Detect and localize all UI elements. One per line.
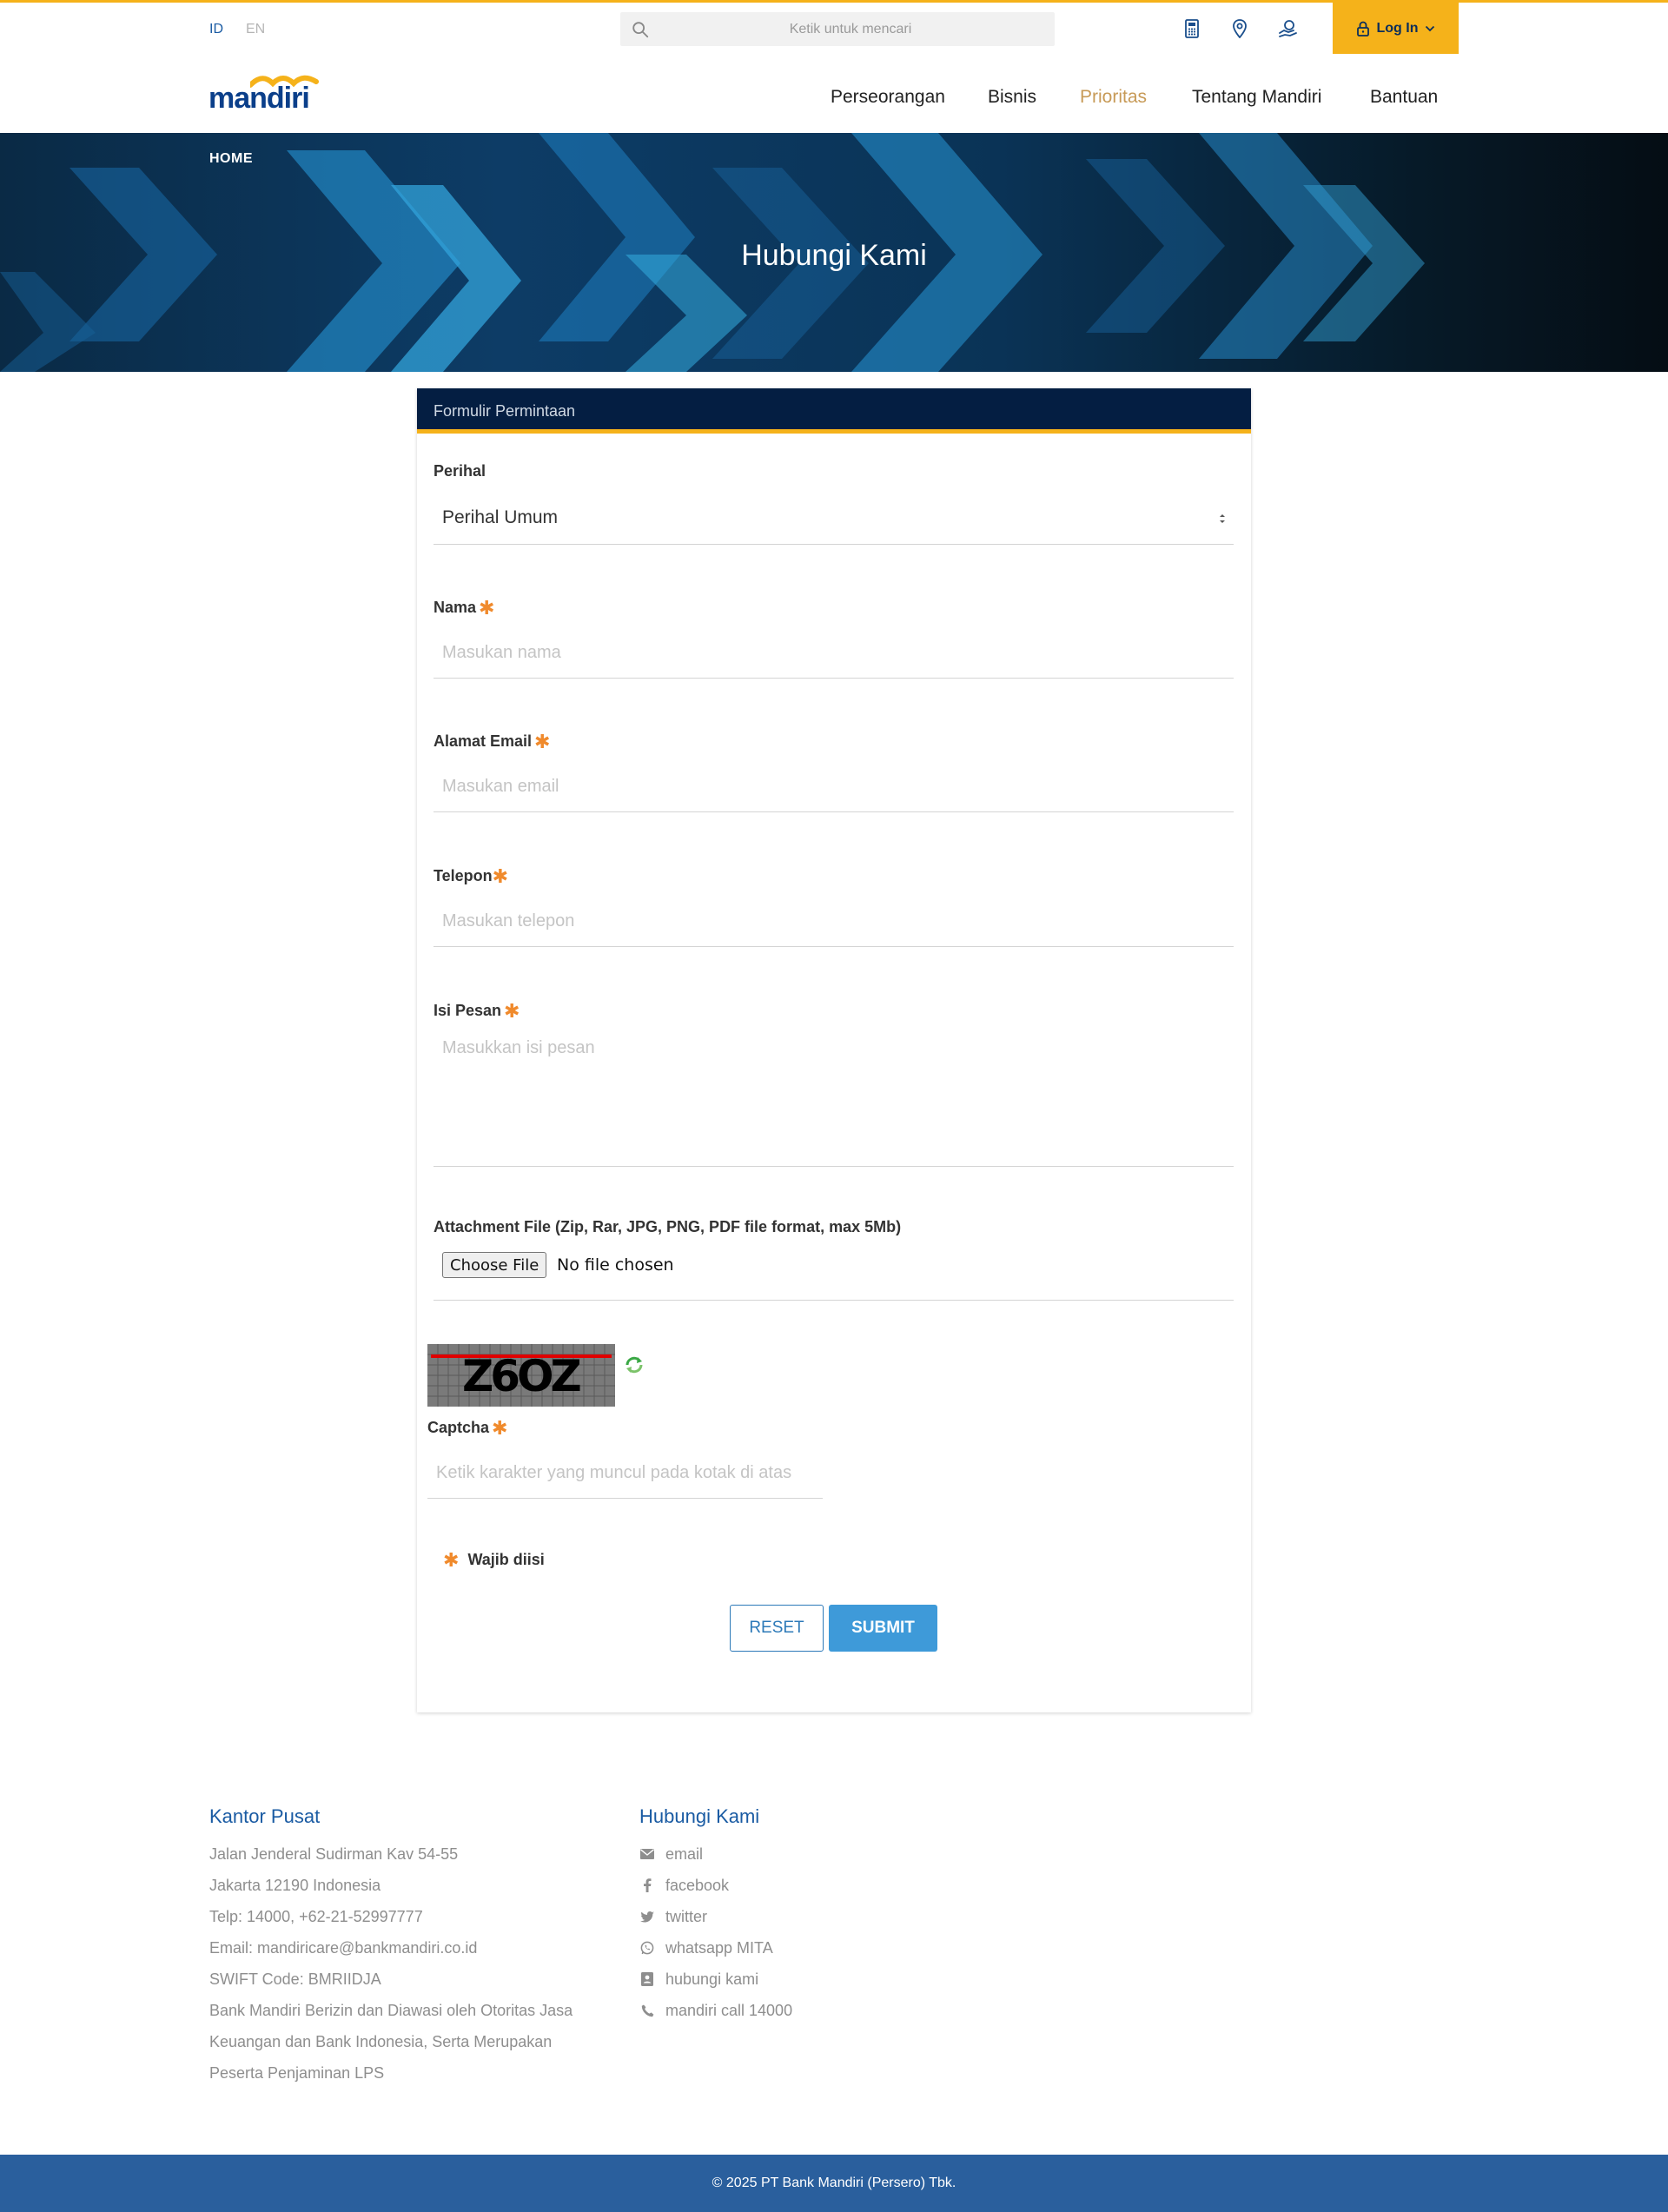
footer-contact-title: Hubungi Kami: [639, 1805, 760, 1827]
office-line: Peserta Penjaminan LPS: [209, 2064, 385, 2082]
contact-twitter-link[interactable]: twitter: [639, 1901, 792, 1932]
isi-pesan-textarea[interactable]: [434, 1028, 1234, 1167]
footer-office-title: Kantor Pusat: [209, 1805, 321, 1827]
lock-icon: [1356, 21, 1369, 36]
captcha-label: Captcha ✱: [427, 1417, 508, 1439]
office-line: Email: mandiricare@bankmandiri.co.id: [209, 1939, 478, 1957]
nav-item-bantuan[interactable]: Bantuan: [1370, 87, 1438, 108]
search-icon[interactable]: [631, 20, 650, 39]
whatsapp-icon: [639, 1940, 655, 1956]
phone-icon: [639, 2003, 655, 2018]
email-input[interactable]: [434, 762, 1234, 812]
nama-input[interactable]: [434, 628, 1234, 679]
login-button[interactable]: Log In: [1333, 3, 1459, 54]
office-line: Bank Mandiri Berizin dan Diawasi oleh Ot…: [209, 2002, 573, 2019]
captcha-image: Z6OZ: [427, 1344, 615, 1407]
office-line: Jalan Jenderal Sudirman Kav 54-55: [209, 1845, 459, 1863]
required-asterisk-icon: ✱: [492, 1417, 508, 1439]
captcha-input[interactable]: [427, 1448, 823, 1499]
required-asterisk-icon: ✱: [443, 1549, 460, 1571]
contact-hubungi-kami-link[interactable]: hubungi kami: [639, 1964, 792, 1995]
topbar: ID EN Ketik untuk mencari Log In: [0, 3, 1668, 55]
contact-label: facebook: [665, 1876, 730, 1894]
nama-label: Nama ✱: [434, 597, 495, 619]
contact-whatsapp-link[interactable]: whatsapp MITA: [639, 1932, 792, 1964]
perihal-label: Perihal: [434, 462, 486, 480]
calculator-icon[interactable]: [1180, 17, 1204, 41]
office-line: Telp: 14000, +62-21-52997777: [209, 1908, 423, 1925]
footer-contact-list: email facebook twitter whatsapp MITA hub…: [639, 1838, 792, 2026]
required-note: ✱ Wajib diisi: [443, 1549, 545, 1571]
language-en-link[interactable]: EN: [246, 22, 265, 37]
language-id-link[interactable]: ID: [209, 22, 223, 37]
contact-label: mandiri call 14000: [665, 2001, 793, 2019]
breadcrumb-home[interactable]: HOME: [209, 151, 253, 167]
reset-button[interactable]: RESET: [730, 1605, 824, 1652]
contact-call-link[interactable]: mandiri call 14000: [639, 1995, 792, 2026]
form-header-title: Formulir Permintaan: [434, 402, 576, 420]
search-bar: [620, 12, 1055, 46]
contact-facebook-link[interactable]: facebook: [639, 1870, 792, 1901]
file-status-text: No file chosen: [557, 1255, 674, 1275]
contact-card-icon: [639, 1971, 655, 1987]
required-asterisk-icon: ✱: [492, 865, 509, 887]
isi-pesan-label: Isi Pesan ✱: [434, 1000, 520, 1022]
contact-label: whatsapp MITA: [665, 1938, 773, 1957]
captcha-text: Z6OZ: [462, 1351, 581, 1401]
footer-office-address: Jalan Jenderal Sudirman Kav 54-55 Jakart…: [209, 1838, 573, 2089]
choose-file-button[interactable]: Choose File: [442, 1252, 547, 1278]
required-asterisk-icon: ✱: [504, 1000, 520, 1022]
office-line: Jakarta 12190 Indonesia: [209, 1877, 381, 1894]
nav-item-bisnis[interactable]: Bisnis: [988, 87, 1036, 108]
contact-email-link[interactable]: email: [639, 1838, 792, 1870]
facebook-icon: [639, 1878, 655, 1893]
twitter-icon: [639, 1909, 655, 1924]
copyright-bar: © 2025 PT Bank Mandiri (Persero) Tbk.: [0, 2155, 1668, 2212]
required-asterisk-icon: ✱: [479, 597, 495, 619]
chevron-down-icon: [1426, 25, 1435, 31]
email-label: Alamat Email ✱: [434, 731, 551, 752]
contact-label: twitter: [665, 1907, 708, 1925]
nav-item-tentang-mandiri[interactable]: Tentang Mandiri: [1192, 87, 1321, 108]
nav-item-perseorangan[interactable]: Perseorangan: [831, 87, 945, 108]
perihal-select[interactable]: Perihal Umum: [434, 491, 1234, 545]
logo-text: mandiri: [208, 82, 310, 115]
envelope-icon: [639, 1846, 655, 1862]
attachment-label: Attachment File (Zip, Rar, JPG, PNG, PDF…: [434, 1218, 902, 1235]
contact-label: hubungi kami: [665, 1970, 759, 1988]
request-form-card: Formulir Permintaan Perihal Perihal Umum…: [417, 388, 1251, 1712]
file-upload-field: Choose File No file chosen: [434, 1252, 1234, 1301]
telepon-label: Telepon✱: [434, 865, 509, 887]
copyright-text: © 2025 PT Bank Mandiri (Persero) Tbk.: [712, 2176, 956, 2190]
office-line: Keuangan dan Bank Indonesia, Serta Merup…: [209, 2033, 553, 2050]
nav-item-prioritas[interactable]: Prioritas: [1080, 87, 1147, 108]
telepon-input[interactable]: [434, 897, 1234, 947]
login-label: Log In: [1376, 20, 1419, 36]
contact-label: email: [665, 1844, 704, 1863]
refresh-captcha-icon[interactable]: [624, 1354, 645, 1375]
page-title: Hubungi Kami: [741, 239, 927, 272]
form-header: Formulir Permintaan: [417, 388, 1251, 434]
search-input[interactable]: [655, 12, 1046, 46]
help-support-icon[interactable]: [1276, 17, 1301, 41]
office-line: SWIFT Code: BMRIIDJA: [209, 1970, 381, 1988]
required-asterisk-icon: ✱: [534, 731, 551, 752]
submit-button[interactable]: SUBMIT: [829, 1605, 937, 1652]
mandiri-logo[interactable]: mandiri: [208, 73, 321, 115]
location-pin-icon[interactable]: [1228, 17, 1252, 41]
